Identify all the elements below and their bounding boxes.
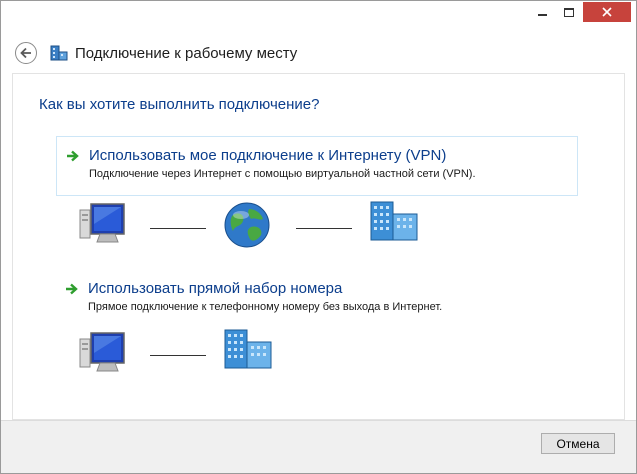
footer-bar: Отмена [1, 420, 636, 473]
close-button[interactable] [583, 2, 631, 22]
minimize-icon [537, 14, 547, 16]
maximize-icon [564, 7, 574, 17]
connection-line [150, 228, 206, 229]
dialog-window: Подключение к рабочему месту Как вы хоти… [0, 0, 637, 474]
option-dial-up[interactable]: Использовать прямой набор номера Прямое … [56, 270, 578, 314]
option-vpn[interactable]: Использовать мое подключение к Интернету… [56, 136, 578, 196]
maximize-button[interactable] [556, 2, 582, 22]
question-heading: Как вы хотите выполнить подключение? [39, 96, 320, 113]
green-arrow-icon [65, 148, 81, 164]
server-building-icon [223, 328, 273, 373]
option-dial-up-title: Использовать прямой набор номера [88, 280, 343, 297]
network-building-icon [49, 43, 69, 63]
computer-icon [78, 331, 128, 378]
green-arrow-icon [64, 281, 80, 297]
connection-line [150, 355, 206, 356]
option-dial-up-description: Прямое подключение к телефонному номеру … [88, 301, 443, 313]
server-building-icon [369, 200, 419, 245]
header-bar: Подключение к рабочему месту [15, 41, 615, 65]
content-panel: Как вы хотите выполнить подключение? Исп… [12, 73, 625, 420]
computer-icon [78, 202, 128, 249]
page-title: Подключение к рабочему месту [75, 44, 298, 62]
minimize-button[interactable] [529, 2, 555, 22]
option-vpn-title: Использовать мое подключение к Интернету… [89, 147, 447, 164]
back-arrow-icon [20, 47, 31, 59]
connection-line [296, 228, 352, 229]
globe-icon [223, 201, 271, 252]
cancel-button[interactable]: Отмена [541, 433, 615, 454]
back-button[interactable] [15, 42, 37, 64]
option-vpn-description: Подключение через Интернет с помощью вир… [89, 168, 476, 180]
close-icon [602, 7, 612, 17]
